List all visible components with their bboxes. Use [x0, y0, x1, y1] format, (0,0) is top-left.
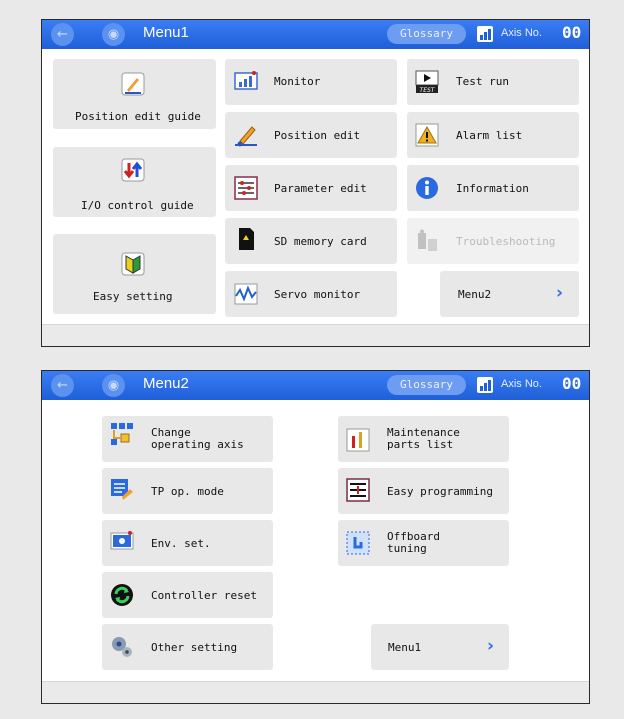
sd-card-icon [234, 227, 258, 251]
waveform-icon [234, 282, 258, 306]
button-label: Servo monitor [274, 288, 361, 301]
back-icon[interactable]: ← [51, 374, 74, 397]
information-button[interactable]: Information [407, 165, 579, 211]
button-label: Offboard tuning [387, 530, 440, 555]
axis-number[interactable]: 00 [562, 374, 581, 393]
menu2-screen: ← ◉ Menu2 Glossary Axis No. 00 Change op… [41, 370, 590, 704]
sliders-icon [234, 176, 258, 200]
camera-icon[interactable]: ◉ [102, 23, 125, 46]
button-label: Easy programming [387, 485, 493, 498]
button-label: I/O control guide [81, 199, 194, 212]
menu2-button[interactable]: Menu2 › [440, 271, 579, 317]
button-label: Position edit [274, 129, 361, 142]
button-label: SD memory card [274, 235, 367, 248]
chevron-right-icon: › [556, 283, 564, 303]
button-label: Other setting [151, 641, 238, 654]
button-label: Easy setting [93, 290, 173, 303]
monitor-chart-icon [234, 70, 258, 94]
reset-icon [110, 583, 134, 607]
easy-programming-button[interactable]: Easy programming [338, 468, 509, 514]
menu1-button[interactable]: Menu1 › [371, 624, 509, 670]
button-label: Troubleshooting [456, 235, 556, 248]
test-run-icon: TEST [415, 70, 439, 94]
program-icon [346, 478, 370, 502]
axis-chart-icon [477, 377, 493, 393]
sd-memory-card-button[interactable]: SD memory card [225, 218, 397, 264]
footer-bar [42, 681, 589, 703]
axis-number[interactable]: 00 [562, 23, 581, 42]
tp-mode-icon [110, 478, 134, 502]
button-label: Alarm list [456, 129, 523, 142]
alarm-list-button[interactable]: Alarm list [407, 112, 579, 158]
camera-icon[interactable]: ◉ [102, 374, 125, 397]
position-edit-guide-button[interactable]: Position edit guide [53, 59, 216, 129]
button-label: TP op. mode [151, 485, 224, 498]
info-icon [415, 176, 439, 200]
button-label: Env. set. [151, 537, 211, 550]
button-label: Position edit guide [75, 110, 201, 123]
test-run-button[interactable]: TEST Test run [407, 59, 579, 105]
back-icon[interactable]: ← [51, 23, 74, 46]
header-bar: ← ◉ Menu1 Glossary Axis No. 00 [42, 20, 589, 49]
maintenance-icon [346, 428, 370, 452]
svg-text:TEST: TEST [420, 87, 436, 94]
page-title: Menu2 [143, 375, 189, 392]
easy-setting-button[interactable]: Easy setting [53, 234, 216, 314]
env-set-button[interactable]: Env. set. [102, 520, 273, 566]
pencil-icon [234, 123, 258, 147]
env-monitor-icon [110, 530, 134, 554]
footer-bar [42, 324, 589, 346]
axis-label: Axis No. [501, 378, 542, 390]
header-bar: ← ◉ Menu2 Glossary Axis No. 00 [42, 371, 589, 400]
io-arrows-icon [121, 158, 145, 182]
button-label: Monitor [274, 75, 321, 88]
tuning-icon [346, 531, 370, 555]
beginner-mark-icon [121, 252, 145, 276]
button-label: Menu1 [388, 641, 422, 654]
troubleshooting-icon [415, 229, 439, 253]
axis-change-icon [110, 422, 134, 446]
gears-icon [110, 635, 134, 659]
io-control-guide-button[interactable]: I/O control guide [53, 147, 216, 217]
axis-label: Axis No. [501, 27, 542, 39]
glossary-button[interactable]: Glossary [387, 375, 466, 395]
change-operating-axis-button[interactable]: Change operating axis [102, 416, 273, 462]
button-label: Controller reset [151, 589, 257, 602]
offboard-tuning-button[interactable]: Offboard tuning [338, 520, 509, 566]
button-label: Maintenance parts list [387, 426, 460, 451]
axis-chart-icon [477, 26, 493, 42]
button-label: Change operating axis [151, 426, 244, 451]
chevron-right-icon: › [487, 636, 495, 656]
warning-icon [415, 123, 439, 147]
controller-reset-button[interactable]: Controller reset [102, 572, 273, 618]
page-title: Menu1 [143, 24, 189, 41]
maintenance-parts-list-button[interactable]: Maintenance parts list [338, 416, 509, 462]
monitor-button[interactable]: Monitor [225, 59, 397, 105]
button-label: Information [456, 182, 529, 195]
button-label: Menu2 [458, 288, 492, 301]
tp-op-mode-button[interactable]: TP op. mode [102, 468, 273, 514]
parameter-edit-button[interactable]: Parameter edit [225, 165, 397, 211]
troubleshooting-button: Troubleshooting [407, 218, 579, 264]
position-edit-button[interactable]: Position edit [225, 112, 397, 158]
button-label: Test run [456, 75, 509, 88]
pencil-guide-icon [121, 72, 145, 96]
menu1-screen: ← ◉ Menu1 Glossary Axis No. 00 Position … [41, 19, 590, 347]
glossary-button[interactable]: Glossary [387, 24, 466, 44]
other-setting-button[interactable]: Other setting [102, 624, 273, 670]
button-label: Parameter edit [274, 182, 367, 195]
servo-monitor-button[interactable]: Servo monitor [225, 271, 397, 317]
